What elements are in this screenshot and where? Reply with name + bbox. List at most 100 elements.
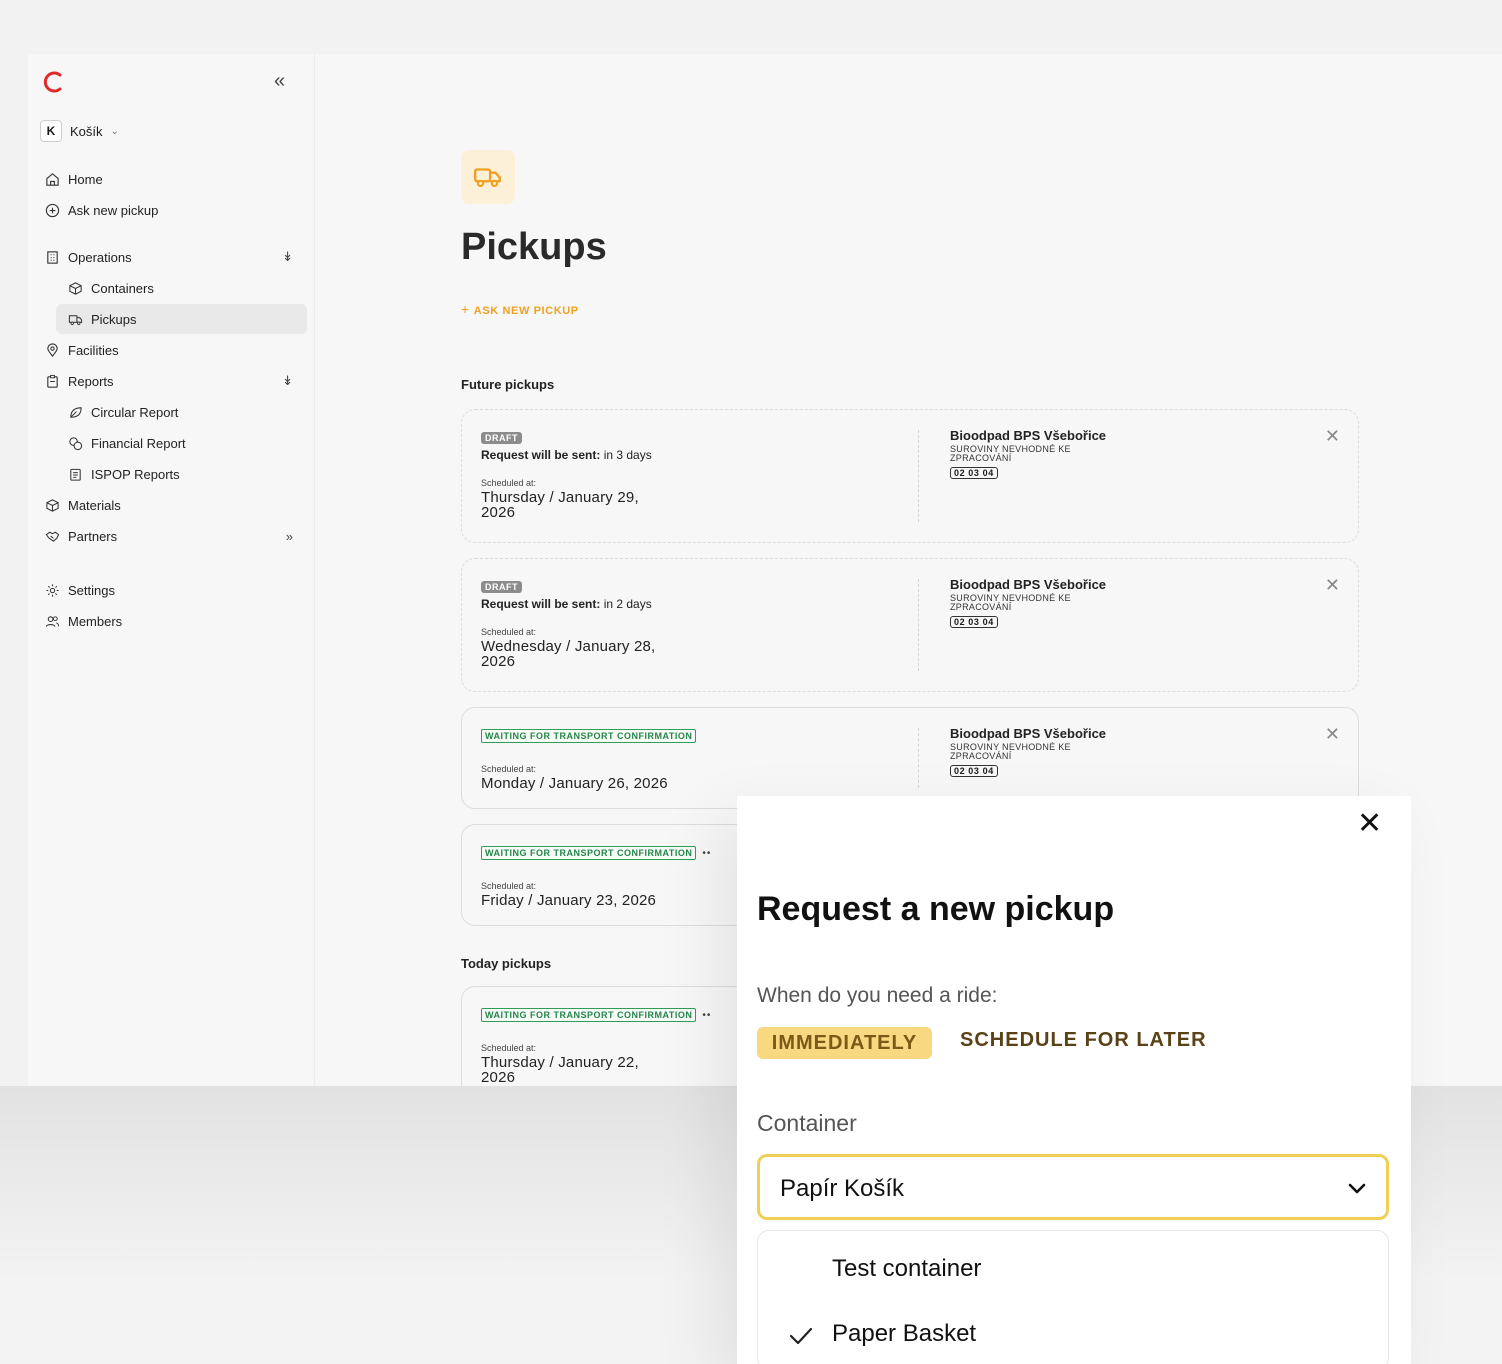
card-divider <box>918 728 919 788</box>
facility-name: Bioodpad BPS Všebořice <box>950 428 1107 443</box>
sidebar-item-label: Operations <box>68 249 132 265</box>
pickup-card[interactable]: WAITING FOR TRANSPORT CONFIRMATION Sched… <box>461 707 1359 809</box>
sidebar-item-label: Ask new pickup <box>68 202 159 218</box>
date-line: 2026 <box>481 1069 516 1086</box>
scheduled-label: Scheduled at: <box>481 764 537 774</box>
sidebar-item-reports[interactable]: Reports ↡ <box>40 366 307 396</box>
sidebar-item-operations[interactable]: Operations ↡ <box>40 242 307 272</box>
material-name: SUROVINY NEVHODNÉ KE ZPRACOVÁNÍ <box>950 444 1071 463</box>
more-icon[interactable]: •• <box>702 848 711 859</box>
scheduled-label: Scheduled at: <box>481 627 537 637</box>
page-title: Pickups <box>461 226 607 268</box>
close-icon[interactable]: ✕ <box>1325 426 1340 447</box>
sidebar-item-label: Reports <box>68 373 114 389</box>
schedule-later-option[interactable]: SCHEDULE FOR LATER <box>960 1029 1207 1052</box>
sidebar-item-pickups[interactable]: Pickups <box>56 304 307 334</box>
send-prefix: Request will be sent: <box>481 448 601 462</box>
status-badge: DRAFT <box>481 581 522 593</box>
immediately-option[interactable]: IMMEDIATELY <box>757 1027 932 1059</box>
container-select[interactable]: Papír Košík <box>757 1154 1389 1220</box>
pickup-card[interactable]: DRAFT Request will be sent: in 2 days Sc… <box>461 558 1359 692</box>
send-info: Request will be sent: in 2 days <box>481 597 901 611</box>
home-icon <box>44 171 60 187</box>
scheduled-date: Monday / January 26, 2026 <box>481 775 668 792</box>
sidebar-item-materials[interactable]: Materials <box>40 490 307 520</box>
truck-icon <box>67 311 83 327</box>
location-pin-icon <box>44 342 60 358</box>
waste-code: 02 03 04 <box>950 467 998 479</box>
facility-name: Bioodpad BPS Všebořice <box>950 577 1107 592</box>
close-icon[interactable]: ✕ <box>1325 575 1340 596</box>
sidebar-item-circular-report[interactable]: Circular Report <box>56 397 307 427</box>
brand-logo-icon[interactable] <box>42 70 64 94</box>
collapse-sidebar-icon[interactable]: « <box>274 70 285 93</box>
chevron-down-icon: ⌄ <box>110 125 119 137</box>
scheduled-label: Scheduled at: <box>481 478 537 488</box>
sidebar-item-ispop-reports[interactable]: ISPOP Reports <box>56 459 307 489</box>
ask-new-pickup-link[interactable]: + ASK NEW PICKUP <box>461 301 579 317</box>
container-dropdown: Test container Paper Basket <box>757 1230 1389 1364</box>
waste-code: 02 03 04 <box>950 616 998 628</box>
sidebar-item-members[interactable]: Members <box>40 606 307 636</box>
chevron-down-icon <box>1344 1175 1370 1201</box>
material-name: SUROVINY NEVHODNÉ KE ZPRACOVÁNÍ <box>950 742 1071 761</box>
ask-new-pickup-label: ASK NEW PICKUP <box>473 305 579 317</box>
coins-icon <box>67 435 83 451</box>
sidebar-item-label: Pickups <box>91 311 137 327</box>
facility-name: Bioodpad BPS Všebořice <box>950 726 1107 741</box>
close-icon[interactable]: ✕ <box>1357 806 1382 841</box>
waste-code: 02 03 04 <box>950 765 998 777</box>
sidebar-item-label: Facilities <box>68 342 119 358</box>
sidebar-item-label: Home <box>68 171 103 187</box>
clipboard-icon <box>44 373 60 389</box>
box-icon <box>67 280 83 296</box>
status-badge: WAITING FOR TRANSPORT CONFIRMATION <box>481 1008 697 1022</box>
chevrons-down-icon[interactable]: ↡ <box>282 249 293 265</box>
modal-title: Request a new pickup <box>757 890 1115 928</box>
card-divider <box>918 430 919 522</box>
sidebar-item-settings[interactable]: Settings <box>40 575 307 605</box>
sidebar-item-label: Partners <box>68 528 118 544</box>
ride-time-label: When do you need a ride: <box>757 984 998 1007</box>
dropdown-option[interactable]: Paper Basket <box>832 1320 976 1348</box>
workspace-badge: K <box>40 120 62 142</box>
building-icon <box>44 249 60 265</box>
card-divider <box>918 579 919 671</box>
send-prefix: Request will be sent: <box>481 597 601 611</box>
check-icon <box>788 1325 814 1347</box>
scheduled-date: Thursday / January 29, 2026 <box>481 490 901 520</box>
status-badge: WAITING FOR TRANSPORT CONFIRMATION <box>481 846 697 860</box>
chevrons-right-icon[interactable]: » <box>286 529 293 544</box>
sidebar-item-label: Settings <box>68 582 115 598</box>
workspace-switcher[interactable]: K Košík ⌄ <box>40 120 119 142</box>
send-value: in 2 days <box>600 597 652 611</box>
users-icon <box>44 613 60 629</box>
dropdown-option[interactable]: Test container <box>832 1255 981 1283</box>
pickup-card[interactable]: DRAFT Request will be sent: in 3 days Sc… <box>461 409 1359 543</box>
send-value: in 3 days <box>600 448 652 462</box>
gear-icon <box>44 582 60 598</box>
sidebar-item-label: Circular Report <box>91 404 179 420</box>
sidebar-item-containers[interactable]: Containers <box>56 273 307 303</box>
sidebar-item-label: Financial Report <box>91 435 186 451</box>
status-badge: DRAFT <box>481 432 522 444</box>
request-pickup-modal: ✕ Request a new pickup When do you need … <box>737 796 1411 1364</box>
workspace-name: Košík <box>70 123 103 139</box>
sidebar-item-label: ISPOP Reports <box>91 466 180 482</box>
chevrons-down-icon[interactable]: ↡ <box>282 373 293 389</box>
sidebar-item-financial-report[interactable]: Financial Report <box>56 428 307 458</box>
sidebar-item-partners[interactable]: Partners » <box>40 521 307 551</box>
package-icon <box>44 497 60 513</box>
sidebar-item-home[interactable]: Home <box>40 164 307 194</box>
sidebar-item-ask-new-pickup[interactable]: Ask new pickup <box>40 195 307 225</box>
date-line: 2026 <box>481 653 516 670</box>
close-icon[interactable]: ✕ <box>1325 724 1340 745</box>
sidebar-item-facilities[interactable]: Facilities <box>40 335 307 365</box>
scheduled-date: Wednesday / January 28, 2026 <box>481 639 901 669</box>
leaf-icon <box>67 404 83 420</box>
send-info: Request will be sent: in 3 days <box>481 448 901 462</box>
today-pickups-heading: Today pickups <box>461 956 552 971</box>
truck-icon <box>461 150 515 204</box>
handshake-icon <box>44 528 60 544</box>
more-icon[interactable]: •• <box>702 1010 711 1021</box>
